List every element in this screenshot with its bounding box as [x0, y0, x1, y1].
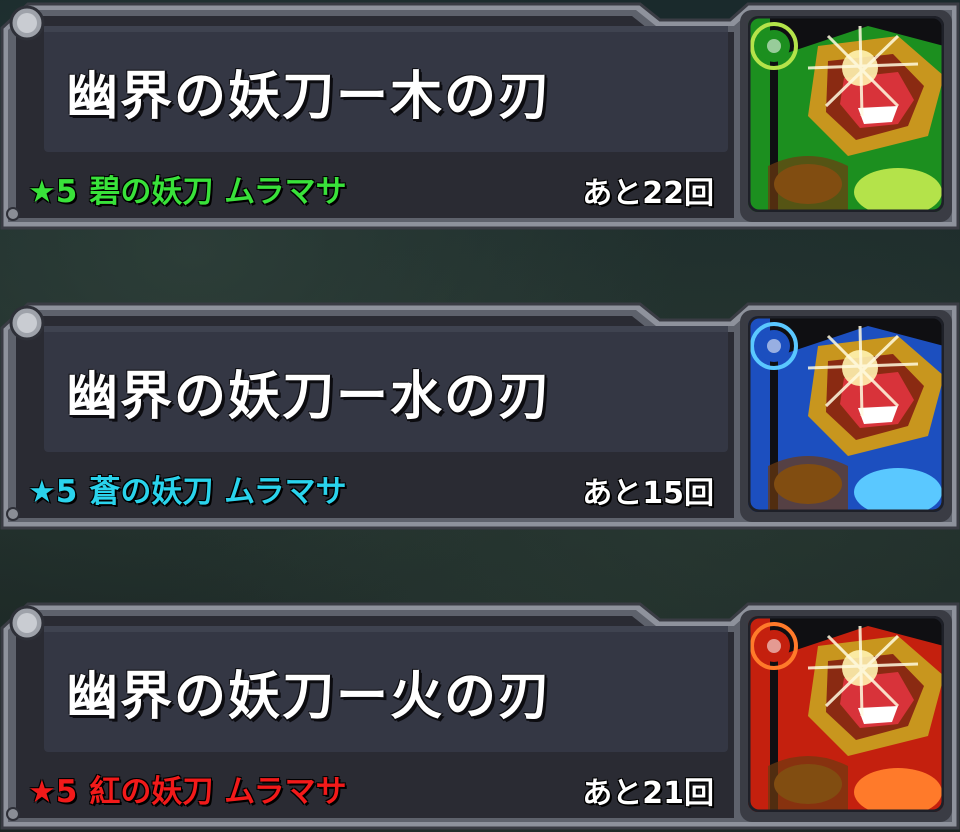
- quest-title: 幽界の妖刀ー火の刃: [66, 667, 553, 727]
- muramasa-portrait: [748, 316, 944, 512]
- reward-line: ★5 紅の妖刀 ムラマサ: [28, 766, 347, 811]
- reward-name: 紅の妖刀 ムラマサ: [89, 774, 347, 810]
- quest-card-fire[interactable]: 幽界の妖刀ー火の刃 ★5 紅の妖刀 ムラマサ あと21回: [0, 600, 960, 832]
- reward-name: 蒼の妖刀 ムラマサ: [89, 474, 347, 510]
- quest-card-water[interactable]: 幽界の妖刀ー水の刃 ★5 蒼の妖刀 ムラマサ あと15回: [0, 300, 960, 532]
- muramasa-portrait: [748, 16, 944, 212]
- reward-rarity: ★5: [28, 174, 78, 210]
- monster-portrait[interactable]: [748, 616, 944, 812]
- muramasa-portrait: [748, 616, 944, 812]
- remaining-count: あと15回: [582, 476, 714, 511]
- reward-name: 碧の妖刀 ムラマサ: [89, 174, 347, 210]
- monster-portrait[interactable]: [748, 16, 944, 212]
- quest-title: 幽界の妖刀ー木の刃: [66, 67, 553, 127]
- reward-line: ★5 蒼の妖刀 ムラマサ: [28, 466, 347, 511]
- monster-portrait[interactable]: [748, 316, 944, 512]
- reward-rarity: ★5: [28, 774, 78, 810]
- remaining-count: あと22回: [582, 176, 714, 211]
- quest-title: 幽界の妖刀ー水の刃: [66, 367, 553, 427]
- quest-card-wood[interactable]: 幽界の妖刀ー木の刃 ★5 碧の妖刀 ムラマサ あと22回: [0, 0, 960, 232]
- remaining-count: あと21回: [582, 776, 714, 811]
- reward-line: ★5 碧の妖刀 ムラマサ: [28, 166, 347, 211]
- reward-rarity: ★5: [28, 474, 78, 510]
